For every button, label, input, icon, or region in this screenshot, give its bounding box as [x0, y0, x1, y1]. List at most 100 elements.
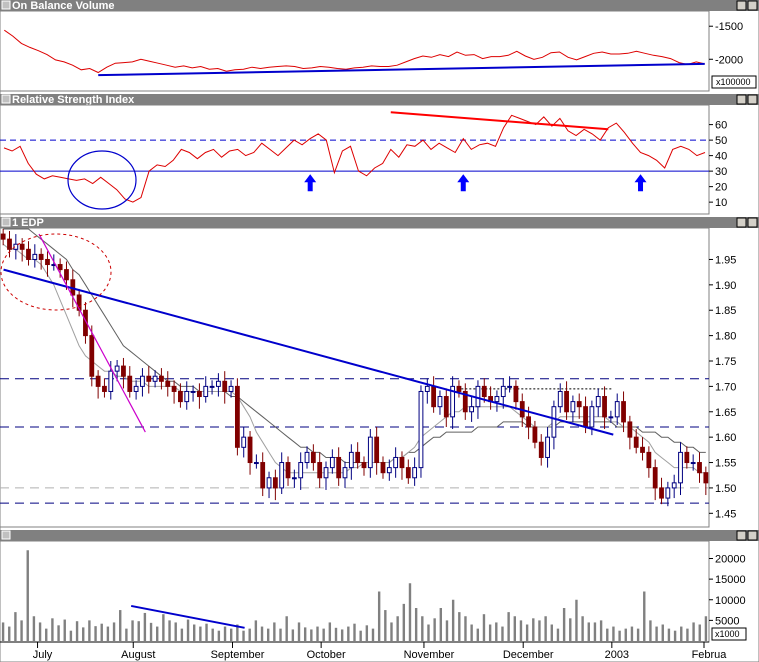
y-tick-label: 10000: [715, 595, 746, 607]
price-candle-body: [26, 248, 31, 260]
price-candle-body: [538, 441, 544, 458]
price-candle-body: [684, 451, 690, 464]
price-candle-body: [121, 365, 126, 377]
price-candle-body: [443, 396, 449, 418]
volume-bar: [680, 626, 683, 641]
time-axis-label: 2003: [605, 649, 629, 661]
volume-bar: [470, 624, 473, 641]
volume-bar: [618, 630, 621, 641]
volume-close-icon[interactable]: [747, 530, 758, 541]
volume-bar: [125, 628, 128, 641]
volume-bar: [266, 628, 270, 641]
volume-bar: [297, 622, 301, 641]
volume-bar: [156, 626, 159, 641]
volume-bar: [532, 618, 535, 641]
volume-bar: [45, 628, 48, 641]
volume-bar: [599, 620, 603, 641]
volume-bar: [51, 618, 54, 641]
volume-bar: [384, 610, 387, 641]
price-candle-body: [114, 365, 120, 372]
price-candle-body: [583, 406, 588, 428]
y-tick-label: 1.65: [715, 407, 736, 419]
volume-bar: [624, 628, 627, 641]
price-candle-body: [589, 406, 595, 428]
y-tick-label: 1.50: [715, 483, 736, 495]
price-candle-body: [640, 446, 645, 453]
price-candle-body: [659, 487, 664, 499]
volume-bar: [643, 591, 646, 641]
volume-bar: [525, 624, 529, 641]
volume-bar: [75, 621, 79, 641]
price-candle-body: [57, 264, 63, 271]
volume-bar: [229, 628, 233, 641]
volume-bar: [507, 612, 510, 641]
volume-bar: [408, 583, 412, 641]
volume-multiplier: x1000: [715, 629, 740, 639]
y-tick-label: 1.80: [715, 331, 736, 343]
price-candle-body: [646, 451, 652, 469]
price-candle-body: [621, 401, 626, 423]
volume-bar: [544, 616, 547, 641]
obv-close-icon[interactable]: [747, 0, 758, 11]
volume-bar: [242, 630, 245, 641]
volume-bar: [482, 614, 486, 641]
price-candle-body: [291, 477, 297, 480]
price-candle-body: [285, 462, 291, 479]
price-candle-body: [215, 380, 221, 387]
price-candle-body: [19, 243, 25, 250]
price-candle-body: [222, 380, 228, 392]
volume-bar: [254, 620, 258, 641]
volume-bar: [340, 629, 344, 641]
volume-bar: [495, 622, 498, 641]
price-candle-body: [336, 456, 342, 479]
price-candle-body: [627, 421, 633, 438]
price-candle-body: [526, 416, 531, 428]
rsi-close-icon[interactable]: [747, 94, 758, 105]
price-candle-body: [253, 462, 259, 465]
price-minimize-icon[interactable]: [736, 217, 747, 228]
price-candle-body: [551, 406, 557, 438]
volume-bar: [82, 627, 85, 641]
price-candle-body: [228, 385, 234, 392]
volume-bar: [168, 620, 171, 641]
volume-bar: [488, 624, 492, 641]
price-candle-body: [7, 238, 12, 250]
volume-bar: [550, 624, 553, 641]
price-candle-body: [703, 472, 709, 484]
price-candle-body: [0, 233, 6, 240]
price-close-icon[interactable]: [747, 217, 758, 228]
volume-bar: [396, 616, 399, 641]
price-candle-body: [481, 385, 487, 398]
volume-bar: [285, 616, 288, 641]
volume-bar: [26, 550, 29, 641]
price-candle-body: [412, 467, 418, 479]
volume-bar: [316, 626, 319, 641]
price-candle-body: [361, 462, 367, 469]
volume-bar: [119, 610, 122, 641]
rsi-minimize-icon[interactable]: [736, 94, 747, 105]
volume-bar: [421, 616, 424, 641]
price-candle-body: [652, 467, 658, 489]
price-candle-body: [500, 385, 506, 398]
price-candle-body: [89, 335, 95, 377]
obv-multiplier: x100000: [716, 77, 751, 87]
price-candle-body: [190, 390, 196, 393]
obv-minimize-icon[interactable]: [736, 0, 747, 11]
price-candle-body: [348, 451, 354, 469]
y-tick-label: 40: [715, 151, 727, 163]
volume-minimize-icon[interactable]: [736, 530, 747, 541]
price-candle-body: [633, 436, 639, 448]
volume-bar: [347, 626, 350, 641]
volume-bar: [131, 620, 134, 641]
price-candle-body: [234, 385, 240, 448]
price-candle-body: [247, 436, 253, 464]
price-candle-body: [165, 380, 171, 387]
volume-bar: [686, 628, 689, 641]
volume-bar: [575, 599, 578, 641]
volume-bar: [279, 628, 282, 641]
y-tick-label: 50: [715, 135, 727, 147]
volume-bar: [698, 624, 701, 641]
volume-bar: [38, 622, 42, 641]
y-tick-label: 30: [715, 166, 727, 178]
volume-bar: [402, 603, 406, 641]
